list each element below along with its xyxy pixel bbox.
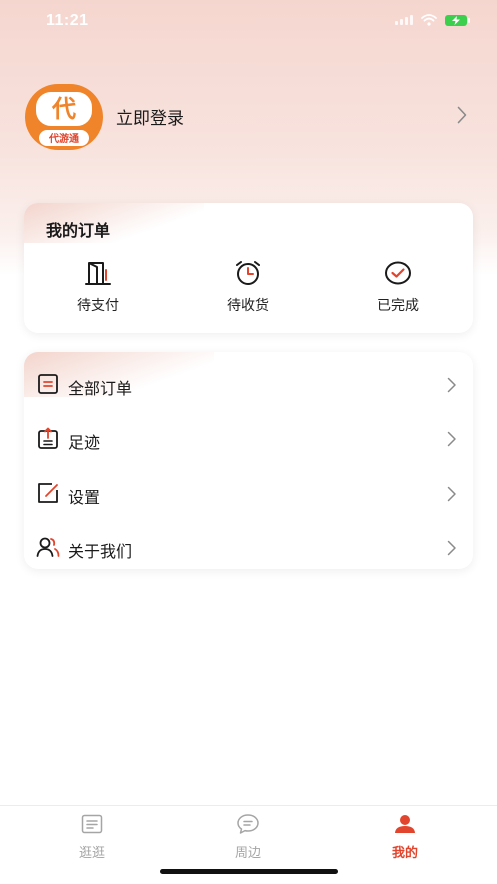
my-orders-title: 我的订单 bbox=[46, 221, 111, 240]
chevron-right-icon bbox=[447, 486, 456, 502]
menu-item-settings[interactable]: 设置 bbox=[24, 466, 473, 520]
chevron-right-icon bbox=[457, 106, 467, 124]
menu-item-label: 关于我们 bbox=[68, 542, 133, 561]
tab-label: 我的 bbox=[391, 846, 418, 861]
chevron-right-icon bbox=[447, 540, 456, 556]
menu-item-all-orders[interactable]: 全部订单 bbox=[24, 357, 473, 411]
chevron-right-icon bbox=[447, 431, 456, 447]
order-list-icon bbox=[38, 374, 58, 394]
tab-mine[interactable]: 我的 bbox=[345, 806, 465, 861]
menu-item-about-us[interactable]: 关于我们 bbox=[24, 520, 473, 569]
order-status-pending-payment[interactable]: 待支付 bbox=[48, 258, 148, 315]
footprint-clipboard-icon bbox=[38, 427, 58, 449]
order-status-label: 待收货 bbox=[227, 298, 269, 314]
status-time: 11:21 bbox=[46, 12, 89, 29]
list-icon bbox=[81, 814, 103, 834]
users-icon bbox=[36, 537, 60, 557]
check-circle-icon bbox=[385, 261, 411, 285]
status-bar: 11:21 bbox=[0, 0, 497, 44]
chevron-right-icon bbox=[447, 377, 456, 393]
tab-label: 逛逛 bbox=[78, 846, 105, 861]
menu-item-footprint[interactable]: 足迹 bbox=[24, 411, 473, 465]
menu-item-label: 足迹 bbox=[68, 433, 101, 452]
signal-icon bbox=[395, 15, 413, 25]
tab-label: 周边 bbox=[234, 846, 261, 861]
battery-icon bbox=[445, 14, 470, 26]
status-icons bbox=[395, 14, 470, 26]
menu-card: 全部订单 足迹 设置 关于我们 bbox=[24, 352, 473, 569]
door-icon bbox=[85, 262, 111, 285]
logo-glyph: 代 bbox=[51, 95, 76, 123]
order-status-pending-receipt[interactable]: 待收货 bbox=[198, 258, 298, 315]
home-indicator bbox=[160, 869, 338, 874]
person-icon bbox=[395, 815, 415, 833]
settings-edit-icon bbox=[38, 483, 58, 503]
logo-caption: 代游通 bbox=[48, 132, 79, 145]
order-status-completed[interactable]: 已完成 bbox=[348, 258, 448, 315]
my-orders-card: 我的订单 待支付 待收货 已完成 bbox=[24, 203, 473, 333]
order-status-label: 已完成 bbox=[377, 298, 419, 314]
tab-browse[interactable]: 逛逛 bbox=[32, 806, 152, 861]
menu-item-label: 设置 bbox=[68, 488, 101, 507]
order-status-list: 待支付 待收货 已完成 bbox=[24, 258, 473, 318]
wifi-icon bbox=[421, 14, 437, 26]
alarm-clock-icon bbox=[236, 261, 260, 285]
menu-item-label: 全部订单 bbox=[68, 379, 133, 398]
chat-bubble-icon bbox=[237, 814, 259, 834]
app-logo-icon: 代 代游通 bbox=[25, 84, 103, 150]
order-status-label: 待支付 bbox=[77, 298, 119, 314]
profile-login-row[interactable]: 代 代游通 立即登录 bbox=[24, 80, 473, 152]
login-label: 立即登录 bbox=[116, 109, 184, 129]
tab-nearby[interactable]: 周边 bbox=[188, 806, 308, 861]
